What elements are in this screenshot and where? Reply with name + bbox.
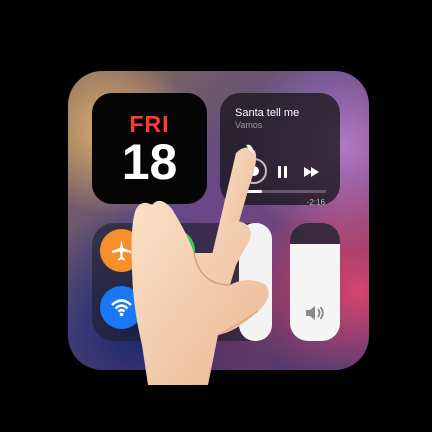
speaker-icon	[306, 306, 324, 320]
volume-level-fill	[290, 244, 340, 341]
song-title: Santa tell me	[235, 107, 300, 119]
pause-icon	[284, 166, 287, 178]
pointing-hand-illustration	[131, 144, 269, 385]
artist-name: Vamos	[235, 120, 263, 130]
fast-forward-button[interactable]	[304, 167, 320, 177]
pause-button[interactable]	[278, 166, 288, 178]
pause-icon	[278, 166, 281, 178]
remaining-time: -2:16	[306, 198, 325, 207]
volume-slider[interactable]	[290, 223, 340, 341]
